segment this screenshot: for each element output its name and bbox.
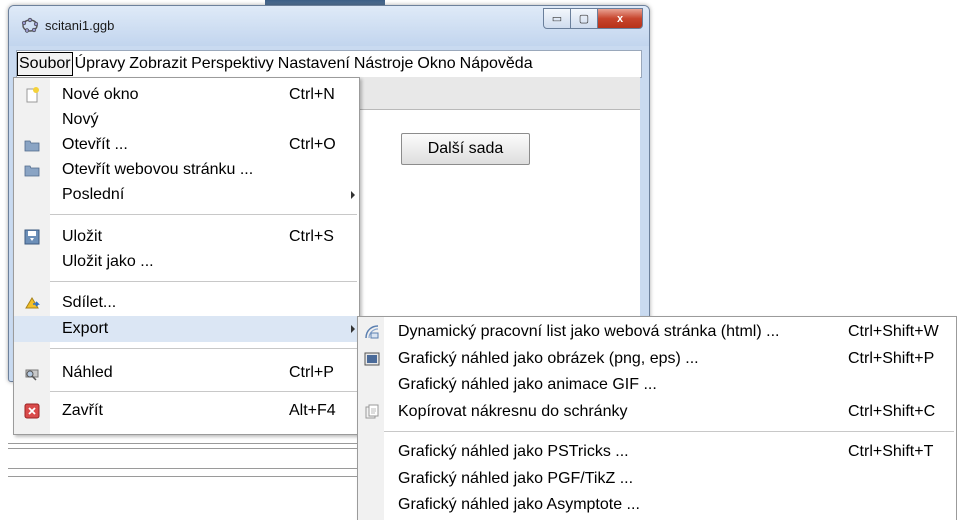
menu-separator — [50, 281, 357, 282]
menu-item-close[interactable]: Zavřít Alt+F4 — [14, 398, 359, 424]
menu-item-export-pstricks[interactable]: Grafický náhled jako PSTricks ... Ctrl+S… — [358, 439, 956, 465]
clipboard-icon — [365, 404, 379, 419]
menu-item-open[interactable]: Otevřít ... Ctrl+O — [14, 132, 359, 158]
menu-item-save[interactable]: Uložit Ctrl+S — [14, 224, 359, 250]
menu-napoveda[interactable]: Nápověda — [458, 53, 535, 75]
maximize-button[interactable]: ▢ — [571, 8, 598, 29]
folder-icon — [24, 165, 40, 177]
minimize-button[interactable]: ▭ — [543, 8, 571, 29]
menu-item-label: Otevřít ... — [62, 136, 128, 153]
submenu-arrow-icon — [351, 191, 355, 199]
new-window-icon — [26, 87, 39, 103]
menu-item-label: Grafický náhled jako PGF/TikZ ... — [398, 470, 634, 487]
maximize-icon: ▢ — [578, 13, 590, 25]
background-divider — [8, 443, 358, 444]
save-icon — [24, 229, 40, 245]
menu-item-shortcut: Ctrl+Shift+P — [848, 350, 935, 367]
menu-okno[interactable]: Okno — [415, 53, 457, 75]
menu-item-export[interactable]: Export — [14, 316, 359, 342]
menu-item-export-pgf-tikz[interactable]: Grafický náhled jako PGF/TikZ ... — [358, 466, 956, 492]
menu-item-new[interactable]: Nový — [14, 107, 359, 133]
menu-item-label: Náhled — [62, 364, 113, 381]
menu-item-export-asymptote[interactable]: Grafický náhled jako Asymptote ... — [358, 492, 956, 518]
menu-item-label: Grafický náhled jako animace GIF ... — [398, 376, 657, 393]
next-set-button[interactable]: Další sada — [401, 133, 530, 165]
menu-item-shortcut: Alt+F4 — [289, 402, 336, 419]
menu-item-label: Grafický náhled jako PSTricks ... — [398, 443, 629, 460]
menu-item-shortcut: Ctrl+Shift+T — [848, 443, 934, 460]
menu-item-print-preview[interactable]: Náhled Ctrl+P — [14, 360, 359, 386]
folder-icon — [24, 140, 40, 152]
menu-item-shortcut: Ctrl+S — [289, 228, 334, 245]
menu-item-label: Grafický náhled jako obrázek (png, eps) … — [398, 350, 699, 367]
menu-item-label: Uložit — [62, 228, 103, 245]
menu-upravy[interactable]: Úpravy — [73, 53, 128, 75]
geogebra-logo-icon — [21, 17, 39, 33]
menu-item-save-as[interactable]: Uložit jako ... — [14, 249, 359, 275]
menu-nastroje[interactable]: Nástroje — [352, 53, 416, 75]
menu-item-label: Sdílet... — [62, 294, 117, 311]
menu-item-label: Uložit jako ... — [62, 253, 154, 270]
html-export-icon — [365, 325, 379, 339]
file-menu: Nové okno Ctrl+N Nový Otevřít ... Ctrl+O… — [13, 77, 360, 435]
menu-separator — [384, 431, 954, 432]
menu-item-label: Dynamický pracovní list jako webová strá… — [398, 323, 780, 340]
menu-item-new-window[interactable]: Nové okno Ctrl+N — [14, 82, 359, 108]
menu-item-label: Poslední — [62, 186, 125, 203]
close-window-icon: x — [616, 12, 624, 25]
menu-item-recent[interactable]: Poslední — [14, 182, 359, 208]
menu-item-label: Zavřít — [62, 402, 103, 419]
menu-item-shortcut: Ctrl+N — [289, 86, 335, 103]
menu-soubor[interactable]: Soubor — [17, 52, 73, 76]
image-export-icon — [364, 352, 380, 366]
menu-separator — [50, 348, 357, 349]
menu-item-shortcut: Ctrl+P — [289, 364, 334, 381]
export-submenu: Dynamický pracovní list jako webová strá… — [357, 316, 957, 520]
window-title: scitani1.ggb — [45, 18, 115, 33]
menu-item-label: Grafický náhled jako Asymptote ... — [398, 496, 640, 513]
close-icon — [24, 403, 40, 419]
menu-item-label: Nový — [62, 111, 99, 128]
menu-item-shortcut: Ctrl+Shift+W — [848, 323, 939, 340]
menu-item-label: Nové okno — [62, 86, 139, 103]
menu-bar: Soubor Úpravy Zobrazit Perspektivy Nasta… — [16, 50, 642, 78]
print-preview-icon — [25, 369, 39, 381]
menu-separator — [50, 391, 357, 392]
background-divider — [8, 448, 358, 449]
menu-item-label: Kopírovat nákresnu do schránky — [398, 403, 628, 420]
menu-item-label: Export — [62, 320, 109, 337]
menu-item-export-gif[interactable]: Grafický náhled jako animace GIF ... — [358, 372, 956, 398]
minimize-icon: ▭ — [551, 13, 563, 25]
menu-item-export-html[interactable]: Dynamický pracovní list jako webová strá… — [358, 319, 956, 345]
menu-item-label: Otevřít webovou stránku ... — [62, 161, 254, 178]
background-divider — [8, 468, 358, 469]
share-icon — [25, 297, 40, 309]
title-bar[interactable]: scitani1.ggb ▭ ▢ x — [9, 6, 649, 46]
menu-item-shortcut: Ctrl+Shift+C — [848, 403, 936, 420]
menu-item-share[interactable]: Sdílet... — [14, 290, 359, 316]
close-window-button[interactable]: x — [598, 8, 643, 29]
background-divider — [8, 476, 358, 477]
menu-item-open-webpage[interactable]: Otevřít webovou stránku ... — [14, 157, 359, 183]
menu-separator — [50, 214, 357, 215]
submenu-arrow-icon — [351, 325, 355, 333]
menu-zobrazit[interactable]: Zobrazit — [127, 53, 189, 75]
menu-nastaveni[interactable]: Nastavení — [276, 53, 352, 75]
menu-item-export-image[interactable]: Grafický náhled jako obrázek (png, eps) … — [358, 346, 956, 372]
menu-perspektivy[interactable]: Perspektivy — [189, 53, 276, 75]
menu-item-copy-to-clipboard[interactable]: Kopírovat nákresnu do schránky Ctrl+Shif… — [358, 399, 956, 425]
menu-item-shortcut: Ctrl+O — [289, 136, 336, 153]
